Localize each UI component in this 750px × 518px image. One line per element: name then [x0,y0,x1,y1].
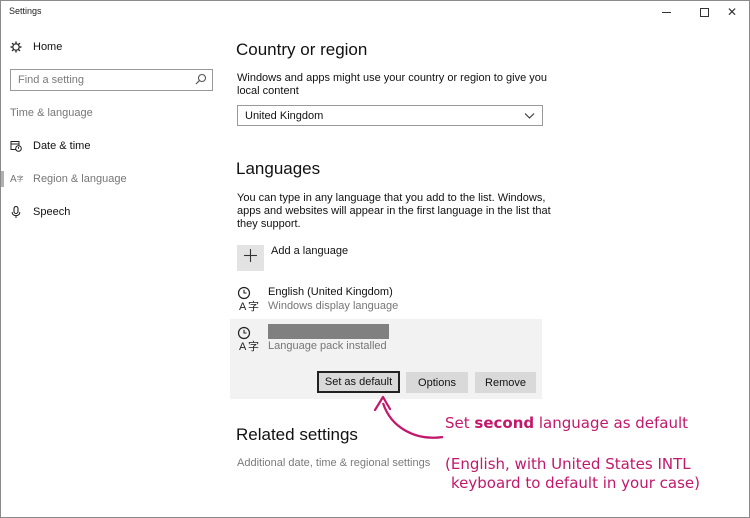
plus-icon [244,249,257,267]
languages-heading: Languages [236,159,321,178]
active-indicator [1,171,4,187]
country-description-line2: local content [237,85,299,97]
options-button[interactable]: Options [406,372,468,393]
languages-description-line3: they support. [237,218,301,230]
language-item-second[interactable]: A字 Language pack installed Set as defaul… [230,319,542,399]
annotation-line2: (English, with United States INTL [445,455,691,473]
country-description-line1: Windows and apps might use your country … [237,72,547,84]
add-language-label[interactable]: Add a language [271,245,348,257]
remove-button[interactable]: Remove [475,372,536,393]
maximize-icon [699,7,709,17]
language-icon: A字 [237,286,263,313]
microphone-icon [10,205,26,219]
redacted-language-name [268,324,389,339]
sidebar-item-label: Home [33,41,63,53]
svg-text:A: A [239,341,247,352]
sidebar-item-label: Speech [33,206,71,218]
svg-text:A: A [239,301,247,312]
search-placeholder: Find a setting [18,74,85,86]
sidebar-item-home[interactable]: Home [10,38,62,56]
sidebar-item-label: Region & language [33,173,127,185]
minimize-button[interactable] [647,1,685,23]
country-selected-value: United Kingdom [245,109,324,122]
sidebar-item-speech[interactable]: Speech [10,203,70,221]
settings-window: Settings ✕ Home Find a setting Time & la… [0,0,750,518]
language-status: Windows display language [268,300,399,312]
related-settings-heading: Related settings [236,425,358,444]
languages-description-line1: You can type in any language that you ad… [237,192,546,204]
language-item-english-uk[interactable]: A字 English (United Kingdom) Windows disp… [230,281,542,317]
sidebar-item-region-language[interactable]: A字 Region & language [10,170,127,188]
chevron-down-icon [524,110,535,124]
language-status: Language pack installed [268,340,387,352]
minimize-icon [661,11,671,13]
svg-text:字: 字 [248,339,259,352]
country-select[interactable]: United Kingdom [237,105,543,126]
annotation-line3: keyboard to default in your case) [451,474,700,492]
region-language-icon: A字 [10,173,24,185]
close-button[interactable]: ✕ [713,1,750,23]
close-icon: ✕ [726,5,738,19]
search-icon [195,73,207,88]
title-bar: Settings ✕ [1,1,749,23]
sidebar-item-date-time[interactable]: Date & time [10,137,90,155]
calendar-clock-icon [10,140,26,152]
annotation-line1: Set second language as default [445,414,689,432]
languages-description-line2: apps and websites will appear in the fir… [237,205,551,217]
search-input[interactable]: Find a setting [10,69,213,91]
sidebar-item-label: Date & time [33,140,91,152]
language-icon: A字 [237,326,263,353]
window-title: Settings [9,6,42,16]
set-as-default-button[interactable]: Set as default [317,371,400,393]
additional-settings-link[interactable]: Additional date, time & regional setting… [237,457,430,469]
country-region-heading: Country or region [236,40,368,59]
gear-icon [10,41,26,53]
add-language-button[interactable] [237,245,264,271]
sidebar-section-label: Time & language [10,107,93,119]
svg-text:字: 字 [248,299,259,312]
annotation-arrow [373,395,444,439]
language-name: English (United Kingdom) [268,286,393,298]
